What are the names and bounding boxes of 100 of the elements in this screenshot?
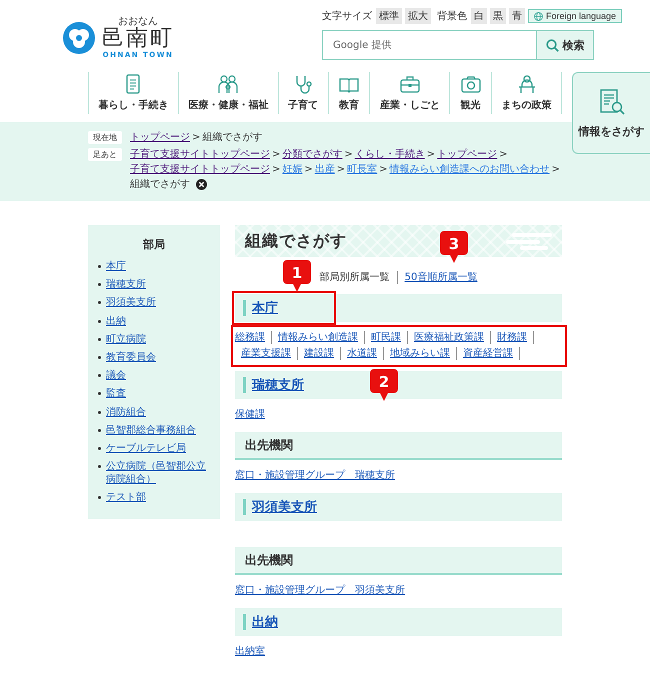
town-logo	[62, 20, 96, 54]
department-link[interactable]: 地域みらい課	[384, 347, 457, 360]
family-icon	[217, 74, 240, 94]
document-search-icon	[598, 88, 626, 116]
text-size-label: 文字サイズ	[322, 10, 372, 23]
department-link[interactable]: 窓口・施設管理グループ 瑞穂支所	[235, 469, 401, 482]
sidebar-link[interactable]: 教育委員会	[106, 350, 156, 364]
bullet-icon	[98, 338, 101, 341]
breadcrumb-link[interactable]: くらし・手続き	[354, 149, 425, 160]
nav-menu-item[interactable]: 暮らし・手続き	[88, 72, 178, 114]
bullet-icon	[98, 496, 101, 500]
subsection-heading: 出先機関	[235, 432, 562, 460]
search-field[interactable]: Google 提供	[323, 31, 536, 59]
sidebar-link[interactable]: 邑智郡総合事務組合	[106, 424, 196, 437]
current-location-label: 現在地	[88, 131, 122, 144]
bullet-icon	[98, 356, 101, 359]
sidebar-link[interactable]: ケーブルテレビ局	[106, 442, 186, 455]
department-link[interactable]: 水道課	[341, 347, 384, 360]
section-heading-link[interactable]: 瑞穂支所	[252, 376, 304, 394]
breadcrumb-separator: >	[552, 164, 560, 175]
nav-menu-item[interactable]: 子育て	[278, 72, 328, 114]
background-color-button[interactable]: 白	[471, 8, 487, 24]
breadcrumb-link[interactable]: 妊娠	[282, 164, 302, 175]
department-link[interactable]: 出納室	[235, 645, 271, 658]
globe-icon	[534, 12, 543, 20]
sidebar-link[interactable]: 本庁	[106, 260, 126, 273]
view-tab[interactable]: 部局別所属一覧	[312, 271, 397, 284]
breadcrumb-link[interactable]: トップページ	[437, 149, 498, 160]
bullet-icon	[98, 374, 101, 378]
view-tab[interactable]: 50音順所属一覧	[404, 272, 478, 283]
department-link[interactable]: 財務課	[491, 331, 534, 344]
department-link[interactable]: 医療福祉政策課	[408, 331, 491, 344]
callout-badge: 2	[370, 369, 398, 401]
bullet-icon	[98, 428, 101, 432]
bullet-icon	[98, 465, 101, 468]
background-color-button[interactable]: 黒	[490, 8, 506, 24]
breadcrumb-link[interactable]: 分類でさがす	[282, 149, 342, 160]
cloud-ornament-drawing	[506, 231, 554, 251]
nav-menu-item[interactable]: 観光	[449, 72, 492, 114]
nav-menu-item[interactable]: 医療・健康・福祉	[178, 72, 278, 114]
department-link[interactable]: 建設課	[298, 347, 341, 360]
breadcrumb-link[interactable]: 出産	[314, 164, 335, 175]
breadcrumb-link[interactable]: トップページ	[130, 132, 190, 143]
callout-badge: 1	[283, 260, 311, 292]
close-icon[interactable]	[196, 178, 207, 190]
breadcrumb-separator: >	[336, 164, 346, 175]
sidebar-title: 部局	[142, 237, 166, 252]
bullet-icon	[98, 410, 101, 414]
breadcrumb-link[interactable]: 子育て支援サイトトップページ	[130, 149, 270, 160]
sidebar-link[interactable]: 瑞穂支所	[106, 278, 146, 292]
subsection-heading: 出先機関	[235, 547, 562, 575]
section-heading-link[interactable]: 出納	[252, 613, 278, 631]
background-color-button[interactable]: 青	[509, 8, 525, 24]
footsteps-label: 足あと	[88, 148, 122, 161]
bullet-icon	[98, 283, 101, 286]
department-link[interactable]: 総務課	[235, 331, 272, 344]
bullet-icon	[98, 446, 101, 450]
briefcase-icon	[398, 74, 421, 94]
breadcrumb-current: 組織でさがす	[202, 132, 262, 143]
department-link[interactable]: 資産経営課	[457, 347, 520, 360]
page-title: 組織でさがす	[245, 230, 347, 252]
breadcrumb-separator: >	[304, 164, 313, 175]
breadcrumb-separator: >	[426, 149, 436, 160]
sidebar-link[interactable]: 町立病院	[106, 332, 146, 346]
nav-menu-item[interactable]: まちの政策	[491, 72, 562, 114]
search-button[interactable]: 検索	[536, 30, 594, 60]
nav-menu-item[interactable]: 教育	[328, 72, 370, 114]
text-size-button[interactable]: 拡大	[405, 8, 431, 24]
breadcrumb-separator: >	[499, 149, 508, 160]
bullet-icon	[98, 265, 101, 268]
sidebar-link[interactable]: 消防組合	[106, 406, 146, 418]
sidebar-link[interactable]: 羽須美支所	[106, 296, 156, 310]
section-heading-link[interactable]: 本庁	[252, 299, 278, 317]
info-search-button[interactable]: 情報をさがす	[572, 72, 650, 154]
callout-badge: 3	[440, 231, 468, 263]
search-icon	[546, 38, 558, 52]
breadcrumb-link[interactable]: 情報みらい創造課へのお問い合わせ	[390, 164, 550, 175]
breadcrumb-link[interactable]: 町長室	[347, 164, 378, 175]
breadcrumb-separator: >	[272, 149, 280, 160]
breadcrumb-link[interactable]: 子育て支援サイトトップページ	[130, 164, 270, 175]
department-link[interactable]: 情報みらい創造課	[272, 331, 365, 344]
nav-menu-item[interactable]: 産業・しごと	[369, 72, 450, 114]
department-link[interactable]: 保健課	[235, 408, 271, 421]
breadcrumb-separator: >	[344, 149, 353, 160]
section-heading-link[interactable]: 羽須美支所	[252, 498, 317, 516]
sidebar-link[interactable]: 議会	[106, 369, 126, 382]
department-link[interactable]: 窓口・施設管理グループ 羽須美支所	[235, 584, 411, 597]
department-link[interactable]: 町民課	[365, 331, 408, 344]
text-size-button[interactable]: 標準	[376, 8, 402, 24]
breadcrumb-current: 組織でさがす	[130, 179, 190, 190]
background-color-label: 背景色	[437, 10, 467, 23]
sidebar-link[interactable]: 出納	[106, 314, 126, 328]
department-link[interactable]: 産業支援課	[235, 347, 298, 360]
town-name: 邑南町	[102, 27, 174, 51]
sidebar-link[interactable]: 公立病院（邑智郡公立病院組合）	[106, 460, 210, 486]
sidebar-link[interactable]: 監査	[106, 387, 126, 400]
bullet-icon	[98, 320, 101, 323]
camera-icon	[460, 74, 482, 94]
sidebar-link[interactable]: テスト部	[106, 491, 146, 504]
foreign-language-button[interactable]: Foreign language	[528, 9, 622, 23]
